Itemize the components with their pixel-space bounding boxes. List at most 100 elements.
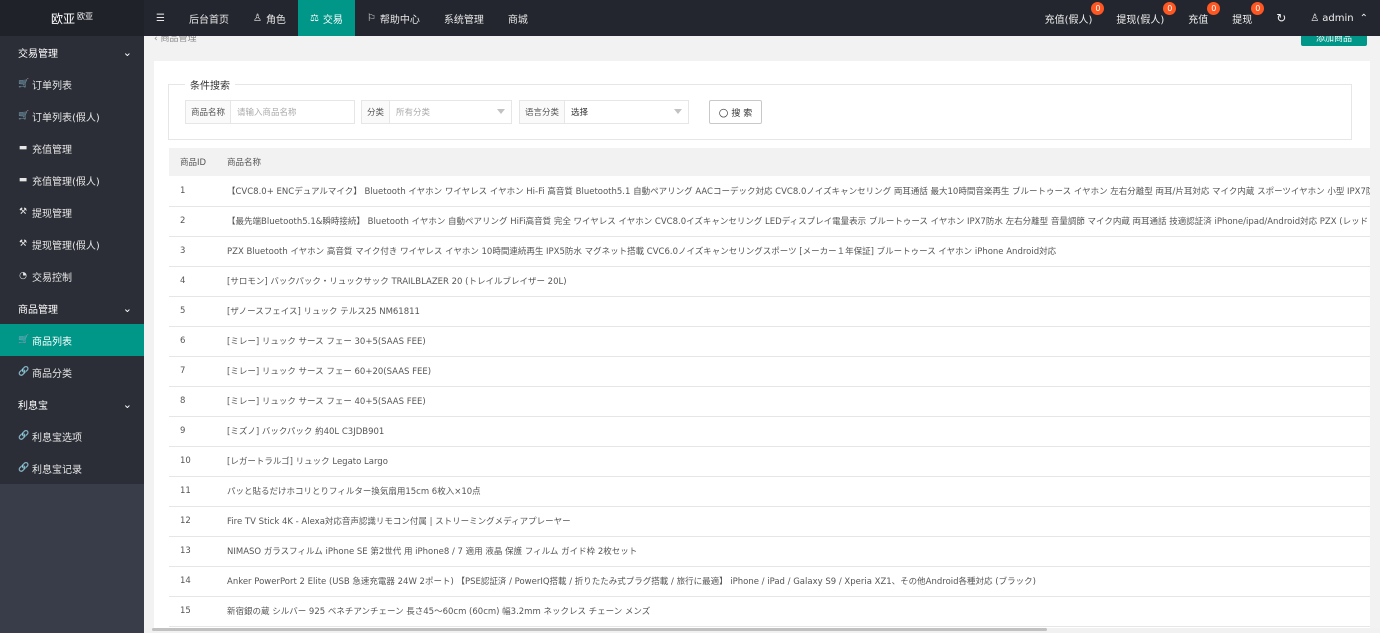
refresh-icon: ↻	[1276, 11, 1287, 25]
sidebar-item-label: 订单列表(假人)	[32, 112, 100, 124]
link-icon: 🔗	[18, 431, 30, 441]
sidebar-item-label: 利息宝记录	[32, 464, 82, 476]
sidebar-group[interactable]: 交易管理 ⌄	[0, 36, 144, 68]
product-name: 【最先端Bluetooth5.1&瞬時接続】 Bluetooth イヤホン 自動…	[227, 217, 1369, 227]
sidebar-item[interactable]: 🛒 订单列表	[0, 68, 144, 100]
topnav-item-5[interactable]: 系统管理	[432, 0, 496, 36]
product-name: [ミズノ] バックパック 約40L C3JDB901	[227, 427, 385, 437]
product-name: 【CVC8.0+ ENCデュアルマイク】 Bluetooth イヤホン ワイヤレ…	[227, 186, 1370, 197]
search-button-label: 搜 索	[731, 108, 753, 119]
product-id: 2	[180, 216, 186, 226]
table-row[interactable]: 14 Anker PowerPort 2 Elite (USB 急速充電器 24W…	[169, 566, 1370, 596]
card-icon: ▬	[18, 143, 28, 153]
product-name: 新宿銀の蔵 シルバー 925 ベネチアンチェーン 長さ45～60cm (60cm…	[227, 607, 651, 617]
table-row[interactable]: 12 Fire TV Stick 4K - Alexa対応音声認識リモコン付属 |…	[169, 506, 1370, 536]
language-filter: 语言分类 选择	[519, 100, 689, 124]
horizontal-scrollbar[interactable]	[144, 628, 1380, 633]
product-name: [ザノースフェイス] リュック テルス25 NM61811	[227, 307, 420, 317]
search-icon: ○	[718, 105, 729, 119]
product-id: 15	[180, 606, 191, 616]
table-row[interactable]: 2 【最先端Bluetooth5.1&瞬時接続】 Bluetooth イヤホン 自…	[169, 206, 1370, 236]
product-id: 13	[180, 546, 191, 556]
topnav-label: 商城	[507, 14, 528, 26]
product-id: 12	[180, 516, 191, 526]
table-row[interactable]: 10 [レガートラルゴ] リュック Legato Largo	[169, 446, 1370, 476]
sidebar-item[interactable]: 🔗 商品分类	[0, 356, 144, 388]
sidebar-item[interactable]: 🔗 利息宝选项	[0, 420, 144, 452]
sidebar-item[interactable]: 🛒 商品列表	[0, 324, 144, 356]
right-nav-label: 提现(假人)	[1116, 14, 1165, 26]
topnav-item-1[interactable]: 后台首页	[177, 0, 241, 36]
table-row[interactable]: 8 [ミレー] リュック サース フェー 40+5(SAAS FEE)	[169, 386, 1370, 416]
language-select-value: 选择	[571, 108, 589, 118]
breadcrumb-text: ‹ 商品管理	[154, 36, 197, 44]
sidebar-item[interactable]: 🛒 订单列表(假人)	[0, 100, 144, 132]
column-header-name: 商品名称	[227, 158, 262, 168]
chevron-down-icon: ⌄	[122, 45, 132, 59]
sidebar-item-label: 利息宝选项	[32, 432, 82, 444]
sidebar-item[interactable]: ▬ 充值管理(假人)	[0, 164, 144, 196]
right-nav-item-1[interactable]: 提现(假人) 0	[1104, 0, 1177, 36]
count-badge: 0	[1251, 2, 1265, 15]
scrollbar-thumb[interactable]	[152, 628, 1047, 631]
cart-icon: 🛒	[18, 335, 30, 345]
user-menu[interactable]: ♙ admin ⌃	[1298, 0, 1380, 36]
category-filter-label: 分类	[362, 101, 391, 123]
right-nav: 充值(假人) 0 提现(假人) 0 充值 0 提现 0 ↻ ♙ admin ⌃	[1033, 0, 1380, 36]
sidebar-group[interactable]: 利息宝 ⌄	[0, 388, 144, 420]
table-row[interactable]: 3 PZX Bluetooth イヤホン 高音質 マイク付き ワイヤレス イヤホン…	[169, 236, 1370, 266]
sidebar-group[interactable]: 商品管理 ⌄	[0, 292, 144, 324]
name-input[interactable]: 请输入商品名称	[231, 101, 303, 123]
gauge-icon: ◔	[19, 271, 27, 281]
count-badge: 0	[1163, 2, 1177, 15]
table-row[interactable]: 5 [ザノースフェイス] リュック テルス25 NM61811	[169, 296, 1370, 326]
sidebar-item[interactable]: ◔ 交易控制	[0, 260, 144, 292]
table-row[interactable]: 6 [ミレー] リュック サース フェー 30+5(SAAS FEE)	[169, 326, 1370, 356]
product-name: Anker PowerPort 2 Elite (USB 急速充電器 24W 2…	[227, 577, 1036, 587]
main-content: ‹ 商品管理 添加商品 条件搜索 商品名称 请输入商品名称 分类 所有分类 语言…	[144, 36, 1380, 633]
table-row[interactable]: 13 NIMASO ガラスフィルム iPhone SE 第2世代 用 iPhone…	[169, 536, 1370, 566]
refresh-button[interactable]: ↻	[1264, 0, 1298, 36]
language-select[interactable]: 选择	[565, 101, 688, 123]
topnav-item-3[interactable]: ⚖ 交易	[297, 0, 355, 36]
table-row[interactable]: 4 [サロモン] バックパック・リュックサック TRAILBLAZER 20 (ト…	[169, 266, 1370, 296]
table-row[interactable]: 9 [ミズノ] バックパック 約40L C3JDB901	[169, 416, 1370, 446]
sidebar-item-label: 商品分类	[32, 368, 72, 380]
flag-icon: ⚐	[366, 12, 376, 24]
product-name: PZX Bluetooth イヤホン 高音質 マイク付き ワイヤレス イヤホン …	[227, 247, 1057, 257]
sidebar-item-label: 商品列表	[32, 336, 72, 348]
sidebar-item[interactable]: 🔗 利息宝记录	[0, 452, 144, 484]
right-nav-item-0[interactable]: 充值(假人) 0	[1033, 0, 1105, 36]
content-card: 条件搜索 商品名称 请输入商品名称 分类 所有分类 语言分类 选择 ○ 搜 索 …	[154, 61, 1370, 633]
cart-icon: 🛒	[18, 79, 30, 89]
user-icon: ♙	[1310, 12, 1320, 24]
table-row[interactable]: 1 【CVC8.0+ ENCデュアルマイク】 Bluetooth イヤホン ワイヤ…	[169, 176, 1370, 206]
product-name: [ミレー] リュック サース フェー 30+5(SAAS FEE)	[227, 337, 426, 347]
search-button[interactable]: ○ 搜 索	[709, 100, 762, 124]
product-id: 4	[180, 276, 186, 286]
category-filter: 分类 所有分类	[361, 100, 512, 124]
add-button[interactable]: 添加商品	[1301, 36, 1367, 46]
logo[interactable]: 欧亚 欧亚	[0, 0, 144, 36]
sidebar-item-label: 充值管理(假人)	[32, 176, 100, 188]
table-row[interactable]: 15 新宿銀の蔵 シルバー 925 ベネチアンチェーン 長さ45～60cm (60…	[169, 596, 1370, 626]
topnav-item-0[interactable]: ☰	[144, 0, 177, 36]
brand-sup: 欧亚	[77, 11, 93, 21]
table-row[interactable]: 11 パッと貼るだけホコリとりフィルター換気扇用15cm 6枚入×10点	[169, 476, 1370, 506]
user-name: admin	[1322, 12, 1354, 24]
topnav-item-6[interactable]: 商城	[496, 0, 540, 36]
right-nav-item-3[interactable]: 提现 0	[1220, 0, 1265, 36]
sidebar-item[interactable]: ▬ 充值管理	[0, 132, 144, 164]
right-nav-item-2[interactable]: 充值 0	[1176, 0, 1221, 36]
chevron-down-icon: ⌄	[122, 301, 132, 315]
table-row[interactable]: 7 [ミレー] リュック サース フェー 60+20(SAAS FEE)	[169, 356, 1370, 386]
topnav-label: 系统管理	[443, 14, 484, 26]
sidebar-item[interactable]: ⚒ 提现管理	[0, 196, 144, 228]
product-id: 8	[180, 396, 186, 406]
product-id: 3	[180, 246, 186, 256]
topnav-item-2[interactable]: ♙ 角色	[241, 0, 298, 36]
category-select[interactable]: 所有分类	[390, 101, 511, 123]
chevron-down-icon	[497, 109, 505, 114]
topnav-item-4[interactable]: ⚐ 帮助中心	[355, 0, 432, 36]
sidebar-item[interactable]: ⚒ 提现管理(假人)	[0, 228, 144, 260]
